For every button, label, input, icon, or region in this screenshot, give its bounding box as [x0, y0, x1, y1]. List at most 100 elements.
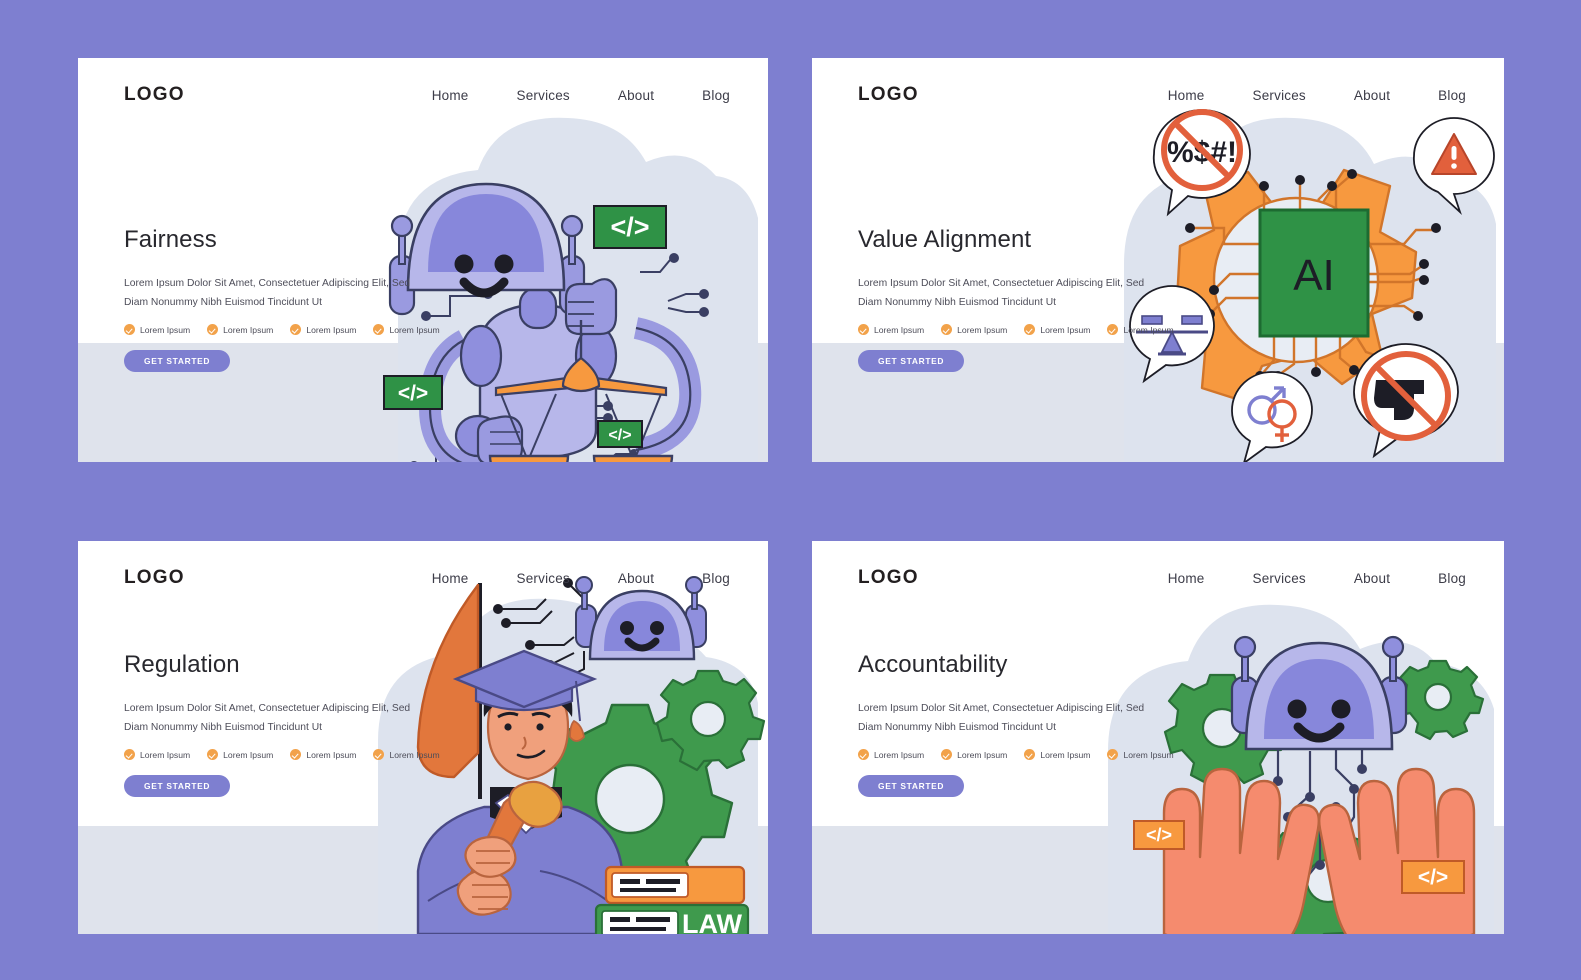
hero-copy-value-alignment: Value Alignment Lorem Ipsum Dolor Sit Am…: [858, 226, 1188, 373]
code-badge-left: </>: [1133, 820, 1185, 850]
nav-link-about[interactable]: About: [618, 571, 654, 586]
nav-link-home[interactable]: Home: [1168, 571, 1205, 586]
robot-head-small: [575, 576, 707, 661]
feature-label: Lorem Ipsum: [1040, 749, 1091, 760]
navbar: LOGO Home Services About Blog: [78, 567, 768, 589]
nav-link-home[interactable]: Home: [1168, 88, 1205, 103]
check-circle-icon: [373, 324, 385, 336]
feature-list: Lorem Ipsum Lorem Ipsum Lorem Ipsum Lore…: [858, 749, 1188, 761]
feature-list: Lorem Ipsum Lorem Ipsum Lorem Ipsum Lore…: [124, 324, 454, 336]
feature-item: Lorem Ipsum: [373, 749, 440, 761]
feature-item: Lorem Ipsum: [373, 324, 440, 336]
check-circle-icon: [290, 749, 302, 761]
feature-item: Lorem Ipsum: [941, 749, 1008, 761]
feature-item: Lorem Ipsum: [1024, 324, 1090, 336]
nav-link-about[interactable]: About: [618, 88, 654, 103]
nav-link-about[interactable]: About: [1354, 88, 1390, 103]
check-circle-icon: [1024, 749, 1036, 761]
check-circle-icon: [290, 324, 302, 336]
code-badge-top: </>: [593, 205, 667, 249]
feature-item: Lorem Ipsum: [207, 324, 274, 336]
check-circle-icon: [1107, 324, 1119, 336]
hero-paragraph: Lorem Ipsum Dolor Sit Amet, Consectetuer…: [858, 278, 1145, 309]
feature-item: Lorem Ipsum: [207, 749, 274, 761]
logo[interactable]: LOGO: [124, 84, 185, 106]
navbar: LOGO Home Services About Blog: [812, 84, 1504, 106]
get-started-button[interactable]: GET STARTED: [124, 350, 231, 373]
nav-link-blog[interactable]: Blog: [1438, 88, 1466, 103]
svg-text:</>: </>: [1146, 825, 1172, 845]
feature-label: Lorem Ipsum: [1123, 749, 1174, 760]
check-circle-icon: [941, 749, 953, 761]
law-book-label: LAW: [682, 909, 743, 934]
hero-paragraph: Lorem Ipsum Dolor Sit Amet, Consectetuer…: [858, 703, 1145, 734]
nav-link-home[interactable]: Home: [432, 88, 469, 103]
check-circle-icon: [124, 324, 135, 336]
nav-link-services[interactable]: Services: [1253, 88, 1306, 103]
law-books: LAW: [594, 865, 750, 934]
feature-item: Lorem Ipsum: [941, 324, 1007, 336]
get-started-button[interactable]: GET STARTED: [124, 775, 231, 798]
page-title: Fairness: [124, 226, 217, 253]
feature-item: Lorem Ipsum: [1024, 749, 1091, 761]
logo[interactable]: LOGO: [124, 567, 185, 589]
feature-item: Lorem Ipsum: [1107, 324, 1174, 336]
nav-links: Home Services About Blog: [1168, 88, 1466, 103]
feature-label: Lorem Ipsum: [223, 324, 274, 335]
ai-chip-label: AI: [1293, 251, 1335, 300]
code-badge-bottom: </>: [597, 420, 643, 448]
logo[interactable]: LOGO: [858, 567, 919, 589]
hero-paragraph: Lorem Ipsum Dolor Sit Amet, Consectetuer…: [124, 703, 411, 734]
feature-list: Lorem Ipsum Lorem Ipsum Lorem Ipsum Lore…: [858, 324, 1188, 336]
landing-card-fairness: </> </> </> LOGO Home Services About Blo…: [78, 58, 768, 462]
landing-page-mockup-board: </> </> </> LOGO Home Services About Blo…: [0, 0, 1581, 980]
svg-text:</>: </>: [398, 382, 428, 405]
landing-card-accountability: </> </> LOGO Home Services About Blog Ac…: [812, 541, 1504, 934]
nav-link-blog[interactable]: Blog: [702, 88, 730, 103]
feature-label: Lorem Ipsum: [389, 324, 440, 335]
feature-label: Lorem Ipsum: [306, 324, 357, 335]
feature-label: Lorem Ipsum: [306, 749, 357, 760]
feature-label: Lorem Ipsum: [874, 749, 925, 760]
hero-copy-fairness: Fairness Lorem Ipsum Dolor Sit Amet, Con…: [124, 226, 454, 373]
nav-link-home[interactable]: Home: [432, 571, 469, 586]
check-circle-icon: [124, 749, 135, 761]
code-badge-left: </>: [383, 375, 443, 410]
feature-item: Lorem Ipsum: [290, 749, 357, 761]
navbar: LOGO Home Services About Blog: [78, 84, 768, 106]
feature-label: Lorem Ipsum: [389, 749, 440, 760]
feature-label: Lorem Ipsum: [140, 749, 191, 760]
page-title: Regulation: [124, 651, 240, 678]
svg-text:</>: </>: [610, 212, 649, 242]
logo[interactable]: LOGO: [858, 84, 919, 106]
feature-item: Lorem Ipsum: [1107, 749, 1174, 761]
get-started-button[interactable]: GET STARTED: [858, 775, 965, 798]
check-circle-icon: [941, 324, 953, 336]
feature-item: Lorem Ipsum: [858, 749, 925, 761]
feature-label: Lorem Ipsum: [957, 749, 1008, 760]
nav-links: Home Services About Blog: [1168, 571, 1466, 586]
feature-label: Lorem Ipsum: [140, 324, 191, 335]
nav-link-services[interactable]: Services: [517, 571, 570, 586]
svg-text:</>: </>: [608, 427, 631, 444]
feature-label: Lorem Ipsum: [223, 749, 274, 760]
check-circle-icon: [373, 749, 385, 761]
nav-link-blog[interactable]: Blog: [1438, 571, 1466, 586]
nav-link-services[interactable]: Services: [517, 88, 570, 103]
check-circle-icon: [1107, 749, 1119, 761]
feature-item: Lorem Ipsum: [290, 324, 357, 336]
nav-link-about[interactable]: About: [1354, 571, 1390, 586]
nav-link-blog[interactable]: Blog: [702, 571, 730, 586]
hero-copy-regulation: Regulation Lorem Ipsum Dolor Sit Amet, C…: [124, 651, 454, 798]
code-badge-right: </>: [1401, 860, 1465, 894]
feature-item: Lorem Ipsum: [858, 324, 924, 336]
check-circle-icon: [858, 324, 869, 336]
nav-link-services[interactable]: Services: [1253, 571, 1306, 586]
nav-links: Home Services About Blog: [432, 571, 730, 586]
robot-right-hand: [564, 278, 618, 336]
nav-links: Home Services About Blog: [432, 88, 730, 103]
feature-list: Lorem Ipsum Lorem Ipsum Lorem Ipsum Lore…: [124, 749, 454, 761]
get-started-button[interactable]: GET STARTED: [858, 350, 965, 373]
page-title: Value Alignment: [858, 226, 1032, 253]
hero-copy-accountability: Accountability Lorem Ipsum Dolor Sit Ame…: [858, 651, 1188, 798]
